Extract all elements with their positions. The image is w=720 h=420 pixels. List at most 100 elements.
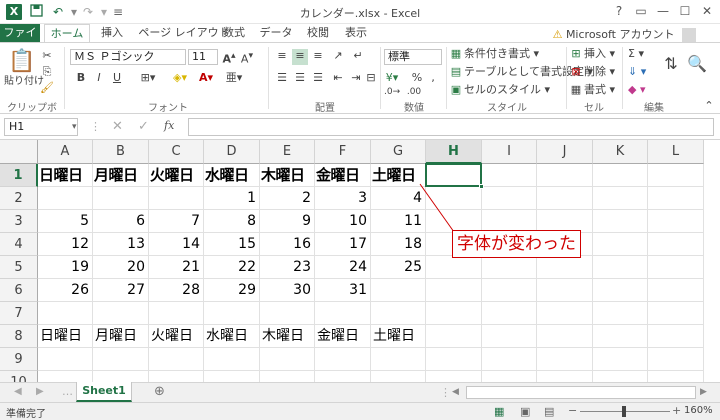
fill-handle[interactable] (479, 184, 484, 189)
cell-g2[interactable]: 4 (371, 187, 426, 210)
cell-e10[interactable] (260, 371, 315, 382)
previous-sheet-icon[interactable]: ◀ (14, 386, 22, 397)
tab-view[interactable]: 表示 (338, 24, 374, 42)
cell-j8[interactable] (537, 325, 593, 348)
row-header-7[interactable]: 7 (0, 302, 38, 325)
cell-h10[interactable] (426, 371, 482, 382)
cell-c3[interactable]: 7 (149, 210, 204, 233)
next-sheet-icon[interactable]: ▶ (36, 386, 44, 397)
scroll-splitter-icon[interactable]: ⋮ (440, 386, 451, 399)
insert-cells-button[interactable]: 挿入 ▾ (584, 47, 615, 61)
cell-b4[interactable]: 13 (93, 233, 149, 256)
cell-i7[interactable] (482, 302, 537, 325)
cell-i6[interactable] (482, 279, 537, 302)
cell-l9[interactable] (648, 348, 704, 371)
cell-i10[interactable] (482, 371, 537, 382)
cell-l8[interactable] (648, 325, 704, 348)
cell-a7[interactable] (38, 302, 93, 325)
decrease-indent-icon[interactable]: ⇤ (330, 71, 346, 87)
copy-icon[interactable]: ⎘ (40, 65, 54, 81)
cell-g3[interactable]: 11 (371, 210, 426, 233)
cell-i8[interactable] (482, 325, 537, 348)
cell-h8[interactable] (426, 325, 482, 348)
cell-l3[interactable] (648, 210, 704, 233)
active-cell-selection[interactable] (425, 163, 482, 187)
cell-f10[interactable] (315, 371, 371, 382)
cancel-entry-icon[interactable]: ✕ (112, 119, 123, 134)
cell-h7[interactable] (426, 302, 482, 325)
cell-e3[interactable]: 9 (260, 210, 315, 233)
cell-k9[interactable] (593, 348, 648, 371)
column-header-c[interactable]: C (149, 140, 204, 164)
font-color-icon[interactable]: A▾ (196, 71, 216, 87)
fill-button[interactable]: ⇓ ▾ (628, 65, 646, 79)
cell-k2[interactable] (593, 187, 648, 210)
comma-style-button[interactable]: ‚ (426, 71, 440, 87)
row-header-4[interactable]: 4 (0, 233, 38, 256)
cell-g9[interactable] (371, 348, 426, 371)
cell-e2[interactable]: 2 (260, 187, 315, 210)
cell-j9[interactable] (537, 348, 593, 371)
italic-button[interactable]: I (92, 71, 106, 87)
number-format-select[interactable]: 標準 (384, 49, 442, 65)
tab-home[interactable]: ホーム (44, 24, 90, 42)
cell-e8[interactable]: 木曜日 (260, 325, 315, 348)
align-center-icon[interactable]: ☰ (292, 71, 308, 87)
name-box-dropdown-icon[interactable]: ▾ (72, 122, 77, 132)
row-header-10[interactable]: 10 (0, 371, 38, 382)
cell-b10[interactable] (93, 371, 149, 382)
cell-j2[interactable] (537, 187, 593, 210)
paste-label[interactable]: 貼り付け (4, 75, 44, 89)
cell-l5[interactable] (648, 256, 704, 279)
phonetic-icon[interactable]: 亜▾ (224, 71, 244, 87)
merge-center-icon[interactable]: ⊟ (364, 71, 378, 87)
cell-k7[interactable] (593, 302, 648, 325)
cell-k8[interactable] (593, 325, 648, 348)
formula-input[interactable] (188, 118, 714, 136)
cell-a5[interactable]: 19 (38, 256, 93, 279)
increase-indent-icon[interactable]: ⇥ (348, 71, 364, 87)
increase-font-size-icon[interactable]: A▴ (222, 49, 236, 66)
column-header-h[interactable]: H (426, 140, 482, 164)
decrease-font-size-icon[interactable]: A▾ (240, 49, 254, 66)
sort-filter-icon[interactable]: ⇅ (660, 47, 682, 81)
zoom-level[interactable]: 160% (684, 405, 713, 416)
column-header-e[interactable]: E (260, 140, 315, 164)
cell-j5[interactable] (537, 256, 593, 279)
horizontal-scrollbar[interactable] (466, 386, 696, 399)
column-header-j[interactable]: J (537, 140, 593, 164)
cell-a8[interactable]: 日曜日 (38, 325, 93, 348)
cell-l10[interactable] (648, 371, 704, 382)
cell-f6[interactable]: 31 (315, 279, 371, 302)
page-layout-view-icon[interactable]: ▣ (520, 405, 530, 418)
worksheet-grid[interactable]: A B C D E F G H I J K L 1 日曜日 月曜日 火曜日 水曜日 木曜日 金曜日 土曜日 2 1 2 3 4 3… (0, 140, 720, 382)
cell-a3[interactable]: 5 (38, 210, 93, 233)
cell-j6[interactable] (537, 279, 593, 302)
cell-f2[interactable]: 3 (315, 187, 371, 210)
cell-c1[interactable]: 火曜日 (149, 164, 204, 187)
cell-a2[interactable] (38, 187, 93, 210)
minimize-button[interactable]: — (652, 2, 674, 20)
wrap-text-icon[interactable]: ↵ (350, 49, 366, 65)
cell-i1[interactable] (482, 164, 537, 187)
cell-k1[interactable] (593, 164, 648, 187)
cell-f4[interactable]: 17 (315, 233, 371, 256)
zoom-slider-thumb[interactable] (622, 406, 626, 417)
font-name-select[interactable]: ＭＳ Ｐゴシック (70, 49, 186, 65)
cell-f9[interactable] (315, 348, 371, 371)
help-button[interactable]: ? (608, 2, 630, 20)
zoom-in-icon[interactable]: + (672, 404, 681, 417)
column-header-g[interactable]: G (371, 140, 426, 164)
row-header-6[interactable]: 6 (0, 279, 38, 302)
cell-l1[interactable] (648, 164, 704, 187)
cell-f5[interactable]: 24 (315, 256, 371, 279)
cell-l2[interactable] (648, 187, 704, 210)
collapse-ribbon-icon[interactable]: ⌃ (702, 99, 716, 115)
tab-review[interactable]: 校閲 (300, 24, 336, 42)
align-right-icon[interactable]: ☰ (310, 71, 326, 87)
cell-d6[interactable]: 29 (204, 279, 260, 302)
cell-e6[interactable]: 30 (260, 279, 315, 302)
cell-c4[interactable]: 14 (149, 233, 204, 256)
column-header-d[interactable]: D (204, 140, 260, 164)
cell-f3[interactable]: 10 (315, 210, 371, 233)
